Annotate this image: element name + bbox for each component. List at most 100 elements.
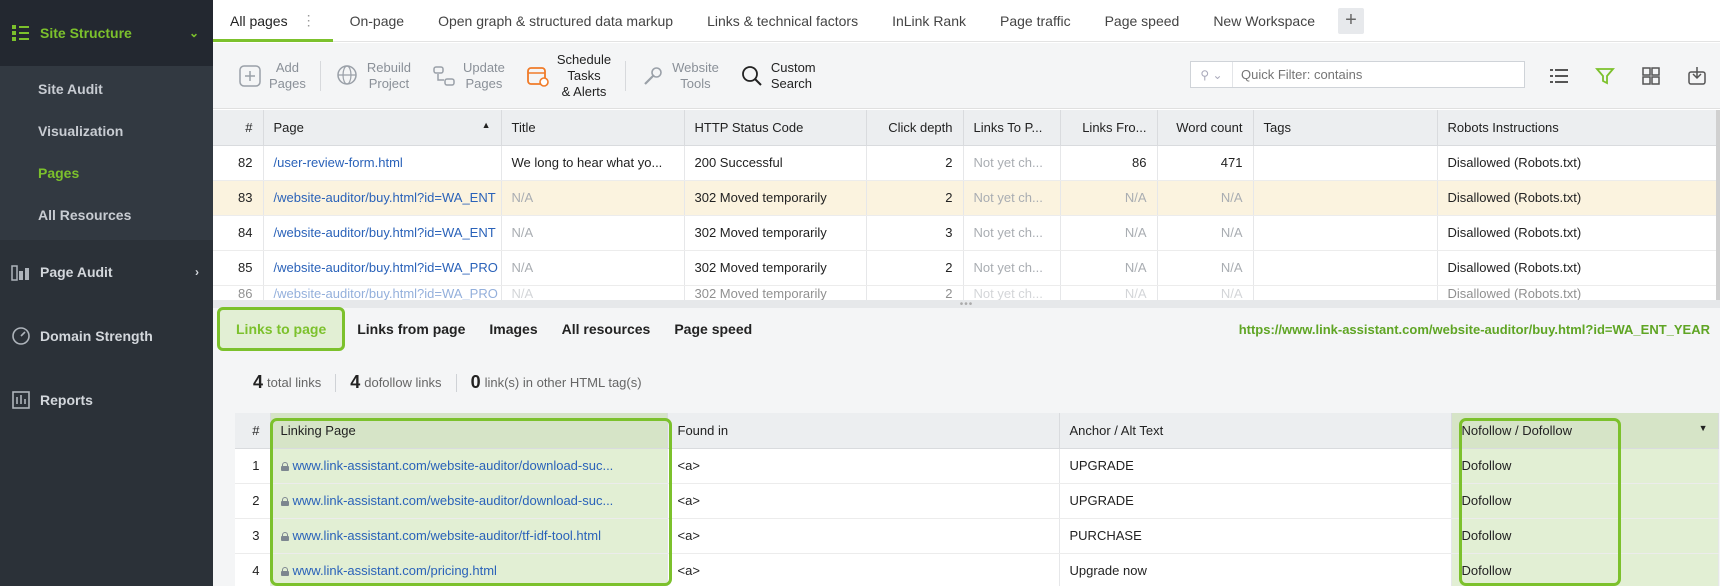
cell-links-to: Not yet ch... xyxy=(963,215,1061,251)
tab-inlink-rank[interactable]: InLink Rank xyxy=(875,0,983,42)
col-header-anchor[interactable]: Anchor / Alt Text xyxy=(1059,413,1452,449)
linking-page-url[interactable]: www.link-assistant.com/website-auditor/d… xyxy=(293,458,614,473)
tab-page-speed-details[interactable]: Page speed xyxy=(662,308,764,350)
col-header-found-in[interactable]: Found in xyxy=(667,413,1060,449)
schedule-tasks-button[interactable]: Schedule Tasks & Alerts xyxy=(515,52,621,100)
linking-page-url[interactable]: www.link-assistant.com/website-auditor/t… xyxy=(293,528,602,543)
tab-open-graph[interactable]: Open graph & structured data markup xyxy=(421,0,690,42)
cell-linking-page[interactable]: www.link-assistant.com/website-auditor/d… xyxy=(270,483,668,519)
col-header-num[interactable]: # xyxy=(235,413,271,449)
cell-linking-page[interactable]: www.link-assistant.com/website-auditor/d… xyxy=(270,448,668,484)
lock-icon xyxy=(280,497,289,506)
cell-linking-page[interactable]: www.link-assistant.com/pricing.html xyxy=(270,553,668,586)
quick-filter-input[interactable] xyxy=(1233,67,1513,82)
search-icon xyxy=(739,63,765,89)
lock-icon xyxy=(280,567,289,576)
filter-icon[interactable] xyxy=(1582,43,1628,109)
total-links-count: 4 xyxy=(253,372,264,392)
tab-images[interactable]: Images xyxy=(477,308,549,350)
table-row[interactable]: 85 /website-auditor/buy.html?id=WA_PRO N… xyxy=(213,250,1717,286)
col-header-links-to[interactable]: Links To P... xyxy=(963,110,1061,146)
table-row[interactable]: 82 /user-review-form.html We long to hea… xyxy=(213,145,1717,181)
pages-grid: # Page ▲ Title HTTP Status Code Click dep… xyxy=(213,110,1717,304)
more-icon[interactable]: ⋮ xyxy=(302,12,316,29)
update-icon xyxy=(431,63,457,89)
col-header-robots[interactable]: Robots Instructions xyxy=(1437,110,1717,146)
export-icon[interactable] xyxy=(1674,43,1720,109)
sidebar-item-all-resources[interactable]: All Resources xyxy=(0,194,213,236)
add-pages-button[interactable]: Add Pages xyxy=(227,60,316,92)
table-row-selected[interactable]: 83 /website-auditor/buy.html?id=WA_ENT N… xyxy=(213,180,1717,216)
toolbar-right xyxy=(1536,43,1720,109)
selected-page-url[interactable]: https://www.link-assistant.com/website-a… xyxy=(1239,308,1710,350)
cell-page[interactable]: /website-auditor/buy.html?id=WA_ENT xyxy=(263,215,502,251)
tab-new-workspace[interactable]: New Workspace xyxy=(1196,0,1332,42)
gauge-icon xyxy=(10,326,32,346)
col-header-word-count[interactable]: Word count xyxy=(1157,110,1254,146)
tab-page-traffic[interactable]: Page traffic xyxy=(983,0,1088,42)
cell-tags xyxy=(1253,145,1438,181)
col-header-links-from[interactable]: Links Fro... xyxy=(1060,110,1158,146)
details-tabs: Links to page Links from page Images All… xyxy=(213,307,1720,351)
cell-found-in: <a> xyxy=(667,483,1060,519)
search-dropdown-icon[interactable]: ⚲ ⌄ xyxy=(1191,62,1233,87)
cell-links-from: N/A xyxy=(1060,180,1158,216)
update-pages-label: Update Pages xyxy=(462,59,505,91)
tab-links-to-page[interactable]: Links to page xyxy=(217,307,346,351)
website-tools-button[interactable]: Website Tools xyxy=(630,60,729,92)
cell-num: 83 xyxy=(213,180,264,216)
linking-page-url[interactable]: www.link-assistant.com/website-auditor/d… xyxy=(293,493,614,508)
cell-page[interactable]: /user-review-form.html xyxy=(263,145,502,181)
list-view-icon[interactable] xyxy=(1536,43,1582,109)
col-header-linking-page[interactable]: Linking Page xyxy=(270,413,668,449)
cell-num: 1 xyxy=(235,448,271,484)
toolbar: Add Pages Rebuild Project Update Pages S… xyxy=(213,43,1720,109)
col-header-page[interactable]: Page ▲ xyxy=(263,110,502,146)
table-row[interactable]: 84 /website-auditor/buy.html?id=WA_ENT N… xyxy=(213,215,1717,251)
cell-anchor: UPGRADE xyxy=(1059,448,1452,484)
sidebar-section-site-structure[interactable]: Site Structure ⌄ xyxy=(0,0,213,66)
sidebar-item-visualization[interactable]: Visualization xyxy=(0,110,213,152)
custom-search-button[interactable]: Custom Search xyxy=(729,60,826,92)
sidebar-section-domain-strength[interactable]: Domain Strength xyxy=(0,304,213,368)
table-row[interactable]: 1 www.link-assistant.com/website-auditor… xyxy=(235,448,1719,484)
col-header-num[interactable]: # xyxy=(213,110,264,146)
links-table: # Linking Page Found in Anchor / Alt Tex… xyxy=(235,413,1719,586)
add-workspace-button[interactable]: + xyxy=(1337,7,1364,34)
col-header-tags[interactable]: Tags xyxy=(1253,110,1438,146)
linking-page-url[interactable]: www.link-assistant.com/pricing.html xyxy=(293,563,497,578)
tab-links-from-page[interactable]: Links from page xyxy=(345,308,477,350)
cell-linking-page[interactable]: www.link-assistant.com/website-auditor/t… xyxy=(270,518,668,554)
sidebar: Site Structure ⌄ Site Audit Visualizatio… xyxy=(0,0,213,586)
cell-nofollow: Dofollow xyxy=(1451,483,1719,519)
cell-tags xyxy=(1253,215,1438,251)
col-header-nofollow[interactable]: Nofollow / Dofollow ▼ xyxy=(1451,413,1719,449)
toolbar-divider xyxy=(319,60,321,91)
grid-view-icon[interactable] xyxy=(1628,43,1674,109)
sidebar-section-reports[interactable]: Reports xyxy=(0,368,213,432)
tab-all-pages[interactable]: All pages ⋮ xyxy=(213,0,333,42)
tab-links-technical[interactable]: Links & technical factors xyxy=(690,0,875,42)
chevron-right-icon: › xyxy=(195,265,199,279)
add-pages-label: Add Pages xyxy=(269,59,306,91)
col-header-status[interactable]: HTTP Status Code xyxy=(684,110,867,146)
tab-page-speed[interactable]: Page speed xyxy=(1088,0,1197,42)
tab-on-page[interactable]: On-page xyxy=(333,0,421,42)
table-row[interactable]: 2 www.link-assistant.com/website-auditor… xyxy=(235,483,1719,519)
update-pages-button[interactable]: Update Pages xyxy=(421,60,515,92)
tab-all-resources[interactable]: All resources xyxy=(550,308,663,350)
dropdown-arrow-icon[interactable]: ▼ xyxy=(1699,423,1708,433)
sidebar-item-pages[interactable]: Pages xyxy=(0,152,213,194)
rebuild-project-button[interactable]: Rebuild Project xyxy=(325,60,421,92)
pane-splitter[interactable]: ••• xyxy=(213,299,1720,310)
cell-page[interactable]: /website-auditor/buy.html?id=WA_PRO xyxy=(263,250,502,286)
col-header-depth[interactable]: Click depth xyxy=(866,110,964,146)
table-row[interactable]: 3 www.link-assistant.com/website-auditor… xyxy=(235,518,1719,554)
sidebar-item-site-audit[interactable]: Site Audit xyxy=(0,68,213,110)
cell-page[interactable]: /website-auditor/buy.html?id=WA_ENT xyxy=(263,180,502,216)
cell-tags xyxy=(1253,250,1438,286)
table-row[interactable]: 4 www.link-assistant.com/pricing.html <a… xyxy=(235,553,1719,586)
sidebar-section-page-audit[interactable]: Page Audit › xyxy=(0,240,213,304)
col-header-title[interactable]: Title xyxy=(501,110,685,146)
vertical-scrollbar[interactable] xyxy=(1716,110,1720,300)
